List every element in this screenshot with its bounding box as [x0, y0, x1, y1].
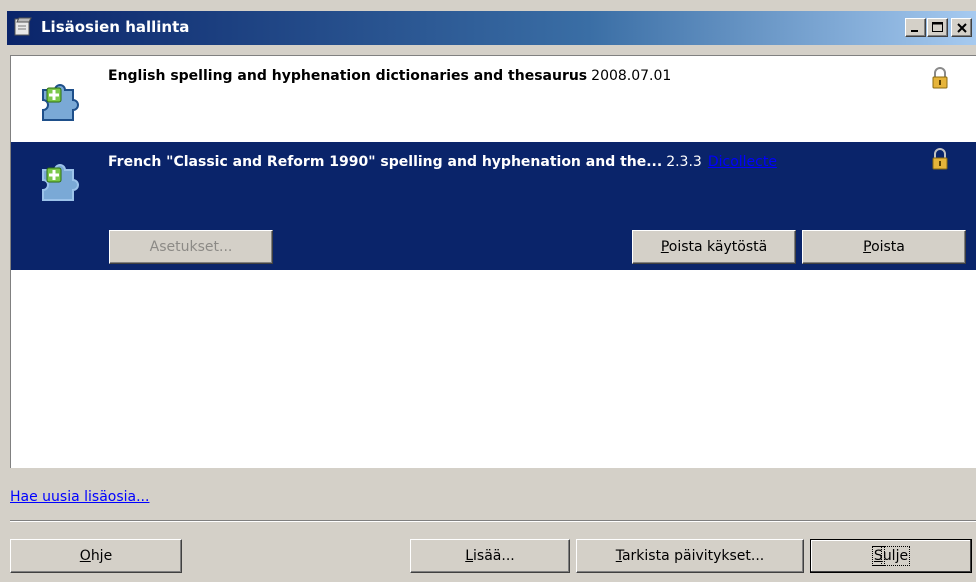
- options-label: Asetukset...: [149, 239, 233, 255]
- close-window-button[interactable]: [951, 18, 972, 37]
- puzzle-icon: [42, 164, 79, 201]
- check-updates-button[interactable]: Tarkista päivitykset...: [576, 539, 804, 573]
- add-text: isää...: [473, 548, 515, 564]
- maximize-icon: [932, 22, 943, 32]
- add-label: Lisää...: [465, 548, 515, 564]
- minimize-icon: [911, 30, 918, 32]
- lock-icon: [932, 67, 948, 89]
- puzzle-icon: [42, 84, 79, 121]
- extension-name: English spelling and hyphenation diction…: [108, 68, 588, 84]
- check-text: arkista päivitykset...: [621, 548, 765, 564]
- remove-accel: P: [863, 239, 872, 255]
- help-text: hje: [90, 548, 113, 564]
- remove-button[interactable]: Poista: [802, 230, 966, 264]
- help-button[interactable]: Ohje: [10, 539, 182, 573]
- extension-title: French "Classic and Reform 1990" spellin…: [108, 154, 777, 170]
- window-title: Lisäosien hallinta: [41, 18, 190, 36]
- disable-label: Poista käytöstä: [661, 239, 767, 255]
- minimize-button[interactable]: [905, 18, 926, 37]
- close-icon: [957, 23, 967, 33]
- lock-icon: [932, 148, 948, 170]
- close-label: Sulje: [871, 546, 911, 566]
- check-updates-label: Tarkista päivitykset...: [616, 548, 765, 564]
- get-more-extensions-link[interactable]: Hae uusia lisäosia...: [10, 489, 149, 505]
- close-text: ulje: [880, 546, 911, 566]
- extension-version: 2.3.3: [666, 154, 702, 170]
- options-button[interactable]: Asetukset...: [109, 230, 273, 264]
- extension-list[interactable]: English spelling and hyphenation diction…: [10, 55, 976, 468]
- extension-manager-window: Lisäosien hallinta English spelling and …: [0, 0, 976, 582]
- help-accel: O: [79, 548, 91, 564]
- add-button[interactable]: Lisää...: [410, 539, 570, 573]
- extension-version: 2008.07.01: [591, 68, 672, 84]
- extension-item-english[interactable]: English spelling and hyphenation diction…: [11, 56, 976, 140]
- maximize-button[interactable]: [927, 18, 948, 37]
- disable-button[interactable]: Poista käytöstä: [632, 230, 796, 264]
- disable-accel: P: [660, 239, 669, 255]
- remove-label: Poista: [863, 239, 905, 255]
- extension-title: English spelling and hyphenation diction…: [108, 68, 671, 84]
- close-button[interactable]: Sulje: [810, 539, 972, 573]
- disable-text: oista käytöstä: [668, 239, 768, 255]
- publisher-link[interactable]: Dicollecte: [708, 154, 777, 170]
- separator: [10, 520, 976, 522]
- extension-item-french[interactable]: French "Classic and Reform 1990" spellin…: [11, 142, 976, 270]
- app-icon: [14, 17, 32, 36]
- help-label: Ohje: [80, 548, 112, 564]
- remove-text: oista: [871, 239, 905, 255]
- extension-name: French "Classic and Reform 1990" spellin…: [108, 154, 663, 170]
- close-accel: S: [871, 546, 885, 566]
- add-accel: L: [465, 548, 474, 564]
- title-bar[interactable]: Lisäosien hallinta: [7, 11, 976, 45]
